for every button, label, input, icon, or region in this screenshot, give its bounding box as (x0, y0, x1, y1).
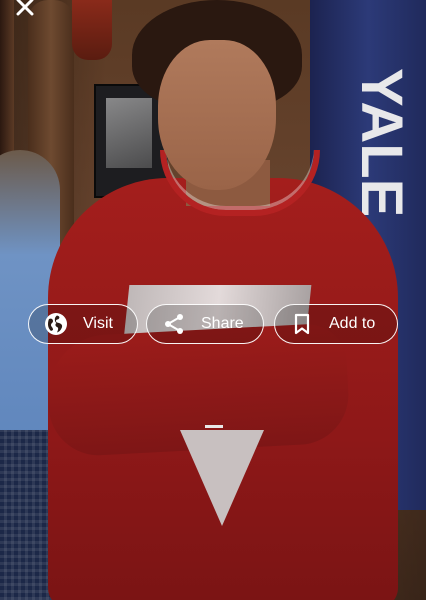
pin-photo[interactable]: YALE (0, 0, 426, 600)
globe-icon (43, 311, 69, 337)
visit-button[interactable]: Visit (28, 304, 138, 344)
share-icon (161, 311, 187, 337)
bookmark-icon (289, 311, 315, 337)
photo-sweater-triangle (180, 430, 264, 526)
photo-bg-plaid-shirt (0, 430, 54, 600)
add-to-label: Add to (329, 315, 376, 332)
share-button[interactable]: Share (146, 304, 264, 344)
close-button[interactable] (10, 0, 40, 22)
photo-subject-face (158, 40, 276, 190)
add-to-button[interactable]: Add to (274, 304, 398, 344)
photo-bg-ski-red (72, 0, 112, 60)
image-viewer: YALE Visit (0, 0, 426, 600)
pin-actions: Visit Share Add to (28, 304, 400, 346)
share-label: Share (201, 315, 244, 332)
close-icon (16, 0, 34, 16)
photo-banner-text: YALE (346, 68, 416, 217)
visit-label: Visit (83, 315, 113, 332)
